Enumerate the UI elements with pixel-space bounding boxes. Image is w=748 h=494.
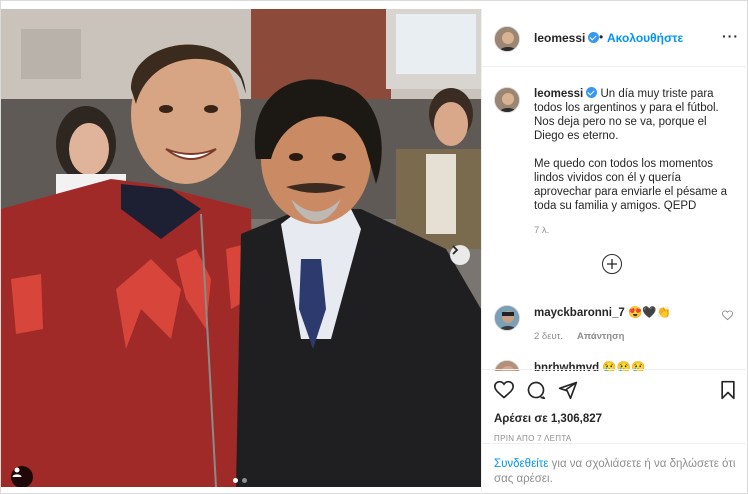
- save-icon[interactable]: [718, 380, 738, 400]
- post-actions: Αρέσει σε 1,306,827 ΠΡΙΝ ΑΠΟ 7 ΛΕΠΤΑ: [482, 369, 748, 447]
- comment-text: mayckbaronni_7 😍🖤👏: [534, 305, 671, 319]
- login-prompt: Συνδεθείτε για να σχολιάσετε ή να δηλώσε…: [482, 443, 748, 494]
- caption-timestamp[interactable]: 7 λ.: [534, 225, 549, 236]
- post-details-panel: leomessi • Ακολουθήστε ··· leomessi Un d…: [481, 9, 748, 494]
- verified-badge-icon: [586, 87, 598, 98]
- comment-meta: 2 δευτ. Απάντηση: [534, 331, 624, 342]
- comment-body: 😍🖤👏: [627, 307, 671, 319]
- next-arrow-icon: [452, 245, 459, 255]
- instagram-post: leomessi • Ακολουθήστε ··· leomessi Un d…: [0, 0, 748, 494]
- reply-button[interactable]: Απάντηση: [577, 331, 624, 342]
- carousel-dot: [242, 478, 247, 483]
- caption-avatar[interactable]: [494, 87, 520, 113]
- post-author-username[interactable]: leomessi: [534, 31, 600, 45]
- comments-section[interactable]: leomessi Un día muy triste para todos lo…: [482, 67, 748, 371]
- photo-illustration: [1, 9, 481, 487]
- post-photo[interactable]: [1, 9, 481, 487]
- caption-text: Un día muy triste para todos los argenti…: [534, 88, 728, 212]
- username-text[interactable]: leomessi: [534, 31, 585, 45]
- more-icon: ···: [722, 28, 739, 44]
- post-header: leomessi • Ακολουθήστε ···: [482, 9, 748, 67]
- verified-badge-icon: [588, 32, 600, 43]
- commenter-avatar[interactable]: [494, 305, 520, 331]
- login-prompt-text: Συνδεθείτε για να σχολιάσετε ή να δηλώσε…: [494, 457, 744, 487]
- heart-icon[interactable]: [494, 380, 514, 400]
- header-separator: •: [599, 30, 604, 44]
- load-more-comments-button[interactable]: [602, 254, 622, 274]
- comment-like-icon[interactable]: [722, 310, 733, 321]
- likes-count[interactable]: Αρέσει σε 1,306,827: [494, 413, 602, 425]
- comment-icon[interactable]: [526, 380, 546, 400]
- add-circle-icon: [607, 259, 617, 269]
- avatar[interactable]: [494, 26, 520, 52]
- post-caption: leomessi Un día muy triste para todos lo…: [534, 87, 734, 213]
- avatar-image: [495, 306, 519, 330]
- carousel-indicator: [233, 478, 247, 483]
- avatar-image: [495, 27, 519, 51]
- carousel-dot-active: [233, 478, 238, 483]
- comment-time[interactable]: 2 δευτ.: [534, 331, 563, 342]
- next-photo-button[interactable]: [450, 245, 470, 265]
- avatar-image: [495, 88, 519, 112]
- share-icon[interactable]: [558, 380, 578, 400]
- post-timestamp[interactable]: ΠΡΙΝ ΑΠΟ 7 ΛΕΠΤΑ: [494, 434, 572, 443]
- caption-username[interactable]: leomessi: [534, 88, 583, 100]
- commenter-username[interactable]: mayckbaronni_7: [534, 307, 625, 319]
- follow-button[interactable]: Ακολουθήστε: [607, 31, 683, 45]
- user-tags-button[interactable]: [11, 466, 33, 487]
- user-tag-icon: [12, 467, 22, 477]
- login-link[interactable]: Συνδεθείτε: [494, 458, 548, 470]
- more-options-button[interactable]: ···: [722, 28, 739, 44]
